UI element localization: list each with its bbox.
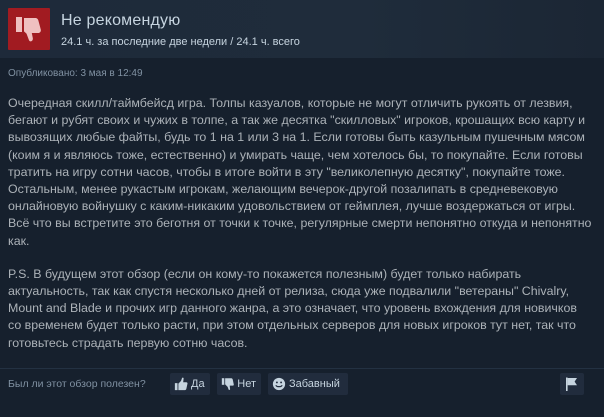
flag-icon: [566, 377, 577, 391]
posted-date: Опубликовано: 3 мая в 12:49: [8, 68, 143, 79]
thumbs-down-icon: [16, 17, 41, 42]
review-paragraph: Очередная скилл/таймбейсд игра. Толпы ка…: [8, 96, 592, 248]
playtime-hours: 24.1 ч. за последние две недели / 24.1 ч…: [61, 36, 300, 48]
review-card: Не рекомендую 24.1 ч. за последние две н…: [0, 0, 604, 417]
smiley-icon: [272, 377, 286, 391]
bottom-strip: [0, 399, 604, 417]
thumbs-down-badge[interactable]: [8, 8, 50, 50]
vote-yes-label: Да: [191, 378, 205, 390]
vote-funny-button[interactable]: Забавный: [268, 373, 348, 395]
thumbs-down-icon: [221, 378, 234, 391]
vote-funny-label: Забавный: [289, 378, 340, 390]
review-paragraph: P.S. В будущем этот обзор (если он кому-…: [8, 266, 577, 350]
review-content: Очередная скилл/таймбейсд игра. Толпы ка…: [8, 95, 592, 368]
report-flag-button[interactable]: [560, 373, 584, 395]
divider: [0, 368, 604, 369]
vote-no-button[interactable]: Нет: [217, 373, 261, 395]
thumbs-up-icon: [174, 377, 188, 391]
review-verdict-title[interactable]: Не рекомендую: [61, 12, 180, 30]
vote-yes-button[interactable]: Да: [170, 373, 210, 395]
review-header: Не рекомендую 24.1 ч. за последние две н…: [0, 0, 604, 58]
helpful-question: Был ли этот обзор полезен?: [8, 378, 146, 390]
vote-no-label: Нет: [237, 378, 256, 390]
review-footer: Был ли этот обзор полезен? Да Нет Забавн: [0, 370, 604, 398]
